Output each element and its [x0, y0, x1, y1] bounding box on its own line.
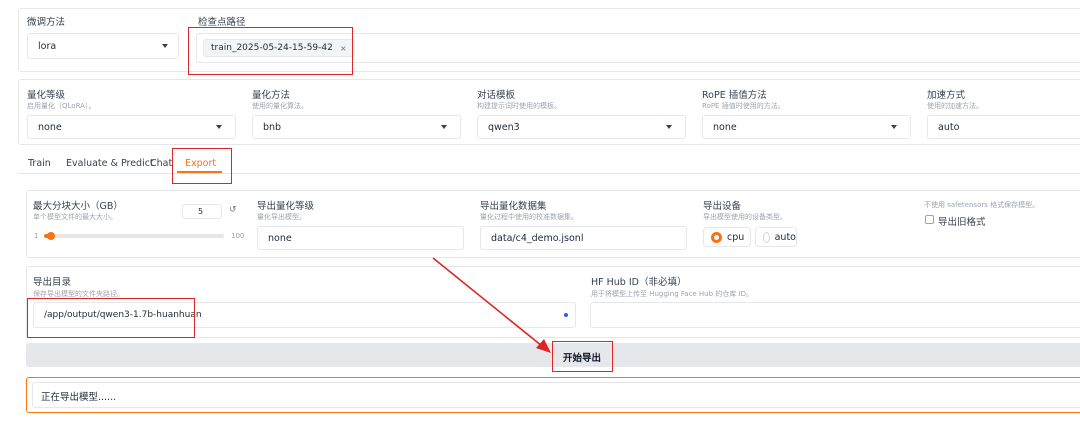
- annotation-arrow-icon: [432, 257, 551, 353]
